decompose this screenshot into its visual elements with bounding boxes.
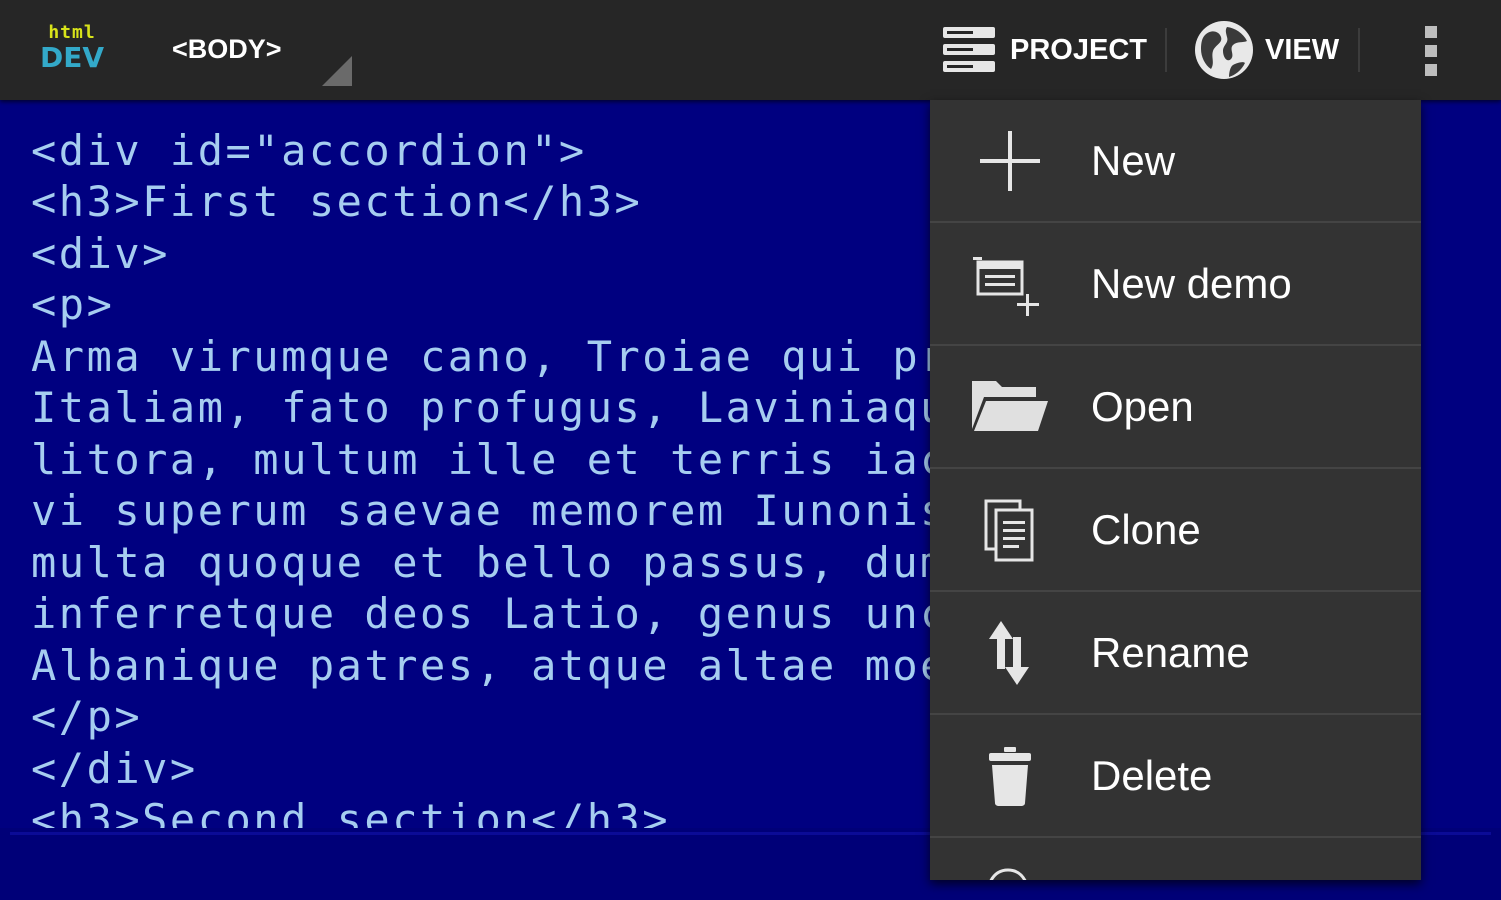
actionbar-divider: [1165, 28, 1167, 72]
view-label: VIEW: [1265, 33, 1340, 66]
partial-menu-icon: [989, 868, 1027, 880]
code-line: multa quoque et bello passus, dum: [31, 538, 948, 587]
menu-item-rename[interactable]: Rename: [930, 592, 1421, 713]
code-line: <h3>First section</h3>: [31, 177, 643, 226]
copy-icon: [968, 488, 1052, 572]
code-line: Italiam, fato profugus, Laviniaqu: [31, 383, 948, 432]
menu-divider: [930, 836, 1421, 838]
menu-item-delete[interactable]: Delete: [930, 715, 1421, 836]
menu-item-label: New: [1091, 136, 1176, 184]
menu-item-label: Delete: [1091, 751, 1213, 799]
logo-html-text: html: [48, 22, 96, 43]
logo-dev-text: DEV: [39, 41, 105, 74]
code-line: <div>: [31, 229, 170, 278]
trash-icon: [968, 734, 1052, 818]
globe-icon: [1193, 19, 1255, 81]
menu-item-label: Rename: [1091, 628, 1250, 676]
project-dropdown-menu: New New demo Open Clone Rename Delete: [930, 100, 1421, 880]
new-demo-icon: [968, 242, 1052, 326]
code-line: </div>: [31, 744, 198, 793]
menu-item-clone[interactable]: Clone: [930, 469, 1421, 590]
menu-item-open[interactable]: Open: [930, 346, 1421, 467]
server-stack-icon: [942, 25, 996, 75]
screen: html DEV <BODY> PROJECT VIEW <div id="ac…: [0, 0, 1501, 900]
menu-item-label: Open: [1091, 382, 1194, 430]
actionbar-divider: [1358, 28, 1360, 72]
project-button[interactable]: PROJECT: [942, 14, 1147, 86]
menu-item-new-demo[interactable]: New demo: [930, 223, 1421, 344]
code-line: <h3>Second section</h3>: [31, 795, 671, 828]
action-bar: html DEV <BODY> PROJECT VIEW: [0, 0, 1501, 100]
plus-icon: [968, 119, 1052, 203]
overflow-menu-icon[interactable]: [1412, 22, 1450, 80]
view-button[interactable]: VIEW: [1193, 14, 1339, 86]
project-label: PROJECT: [1010, 33, 1147, 66]
menu-item-label: New demo: [1091, 259, 1292, 307]
menu-item-new[interactable]: New: [930, 100, 1421, 221]
menu-item-label: Clone: [1091, 505, 1201, 553]
code-line: Albanique patres, atque altae moe: [31, 641, 948, 690]
code-line: </p>: [31, 692, 143, 741]
code-line: inferretque deos Latio, genus unc: [31, 589, 948, 638]
code-line: litora, multum ille et terris iac: [31, 435, 948, 484]
rename-arrows-icon: [968, 611, 1052, 695]
code-line: vi superum saevae memorem Iunonis: [31, 486, 948, 535]
app-logo[interactable]: html DEV: [38, 24, 106, 78]
code-line: Arma virumque cano, Troiae qui pr: [31, 332, 948, 381]
code-line: <p>: [31, 280, 115, 329]
element-breadcrumb[interactable]: <BODY>: [172, 34, 282, 65]
code-line: <div id="accordion">: [31, 126, 587, 175]
spinner-indicator-icon[interactable]: [322, 56, 352, 86]
folder-open-icon: [968, 365, 1052, 449]
